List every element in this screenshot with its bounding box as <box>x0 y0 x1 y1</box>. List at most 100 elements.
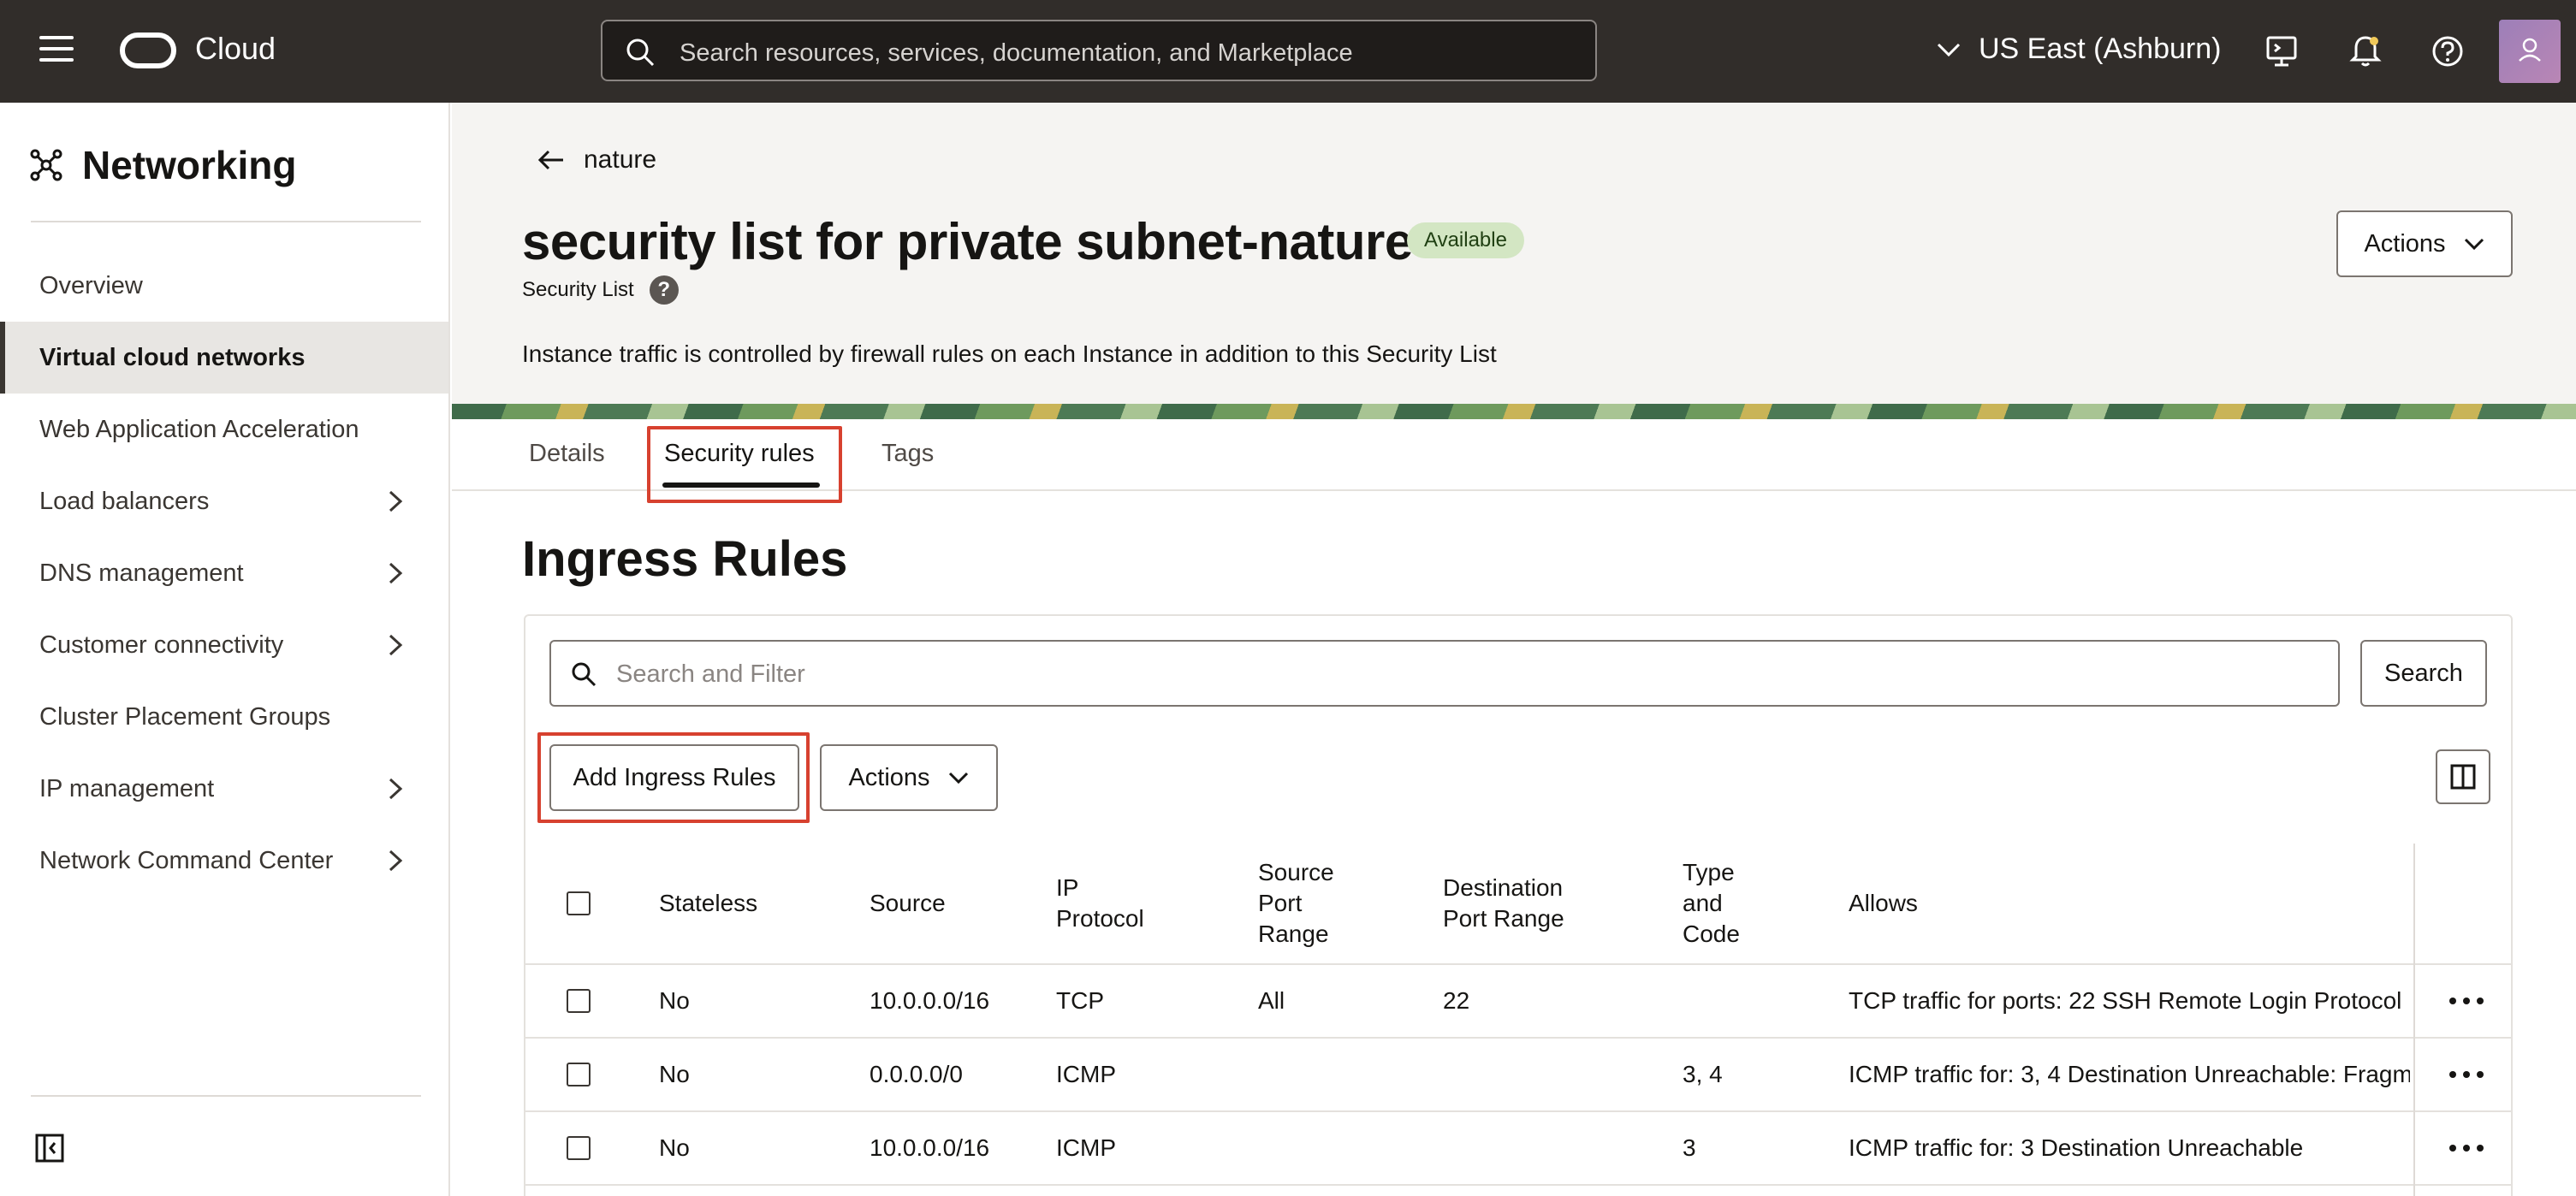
notifications-bell-icon[interactable] <box>2347 33 2384 70</box>
header-line: and <box>1683 890 1723 916</box>
ingress-rules-card: Search and Filter Search Add Ingress Rul… <box>524 614 2513 1196</box>
resource-type-label: Security List <box>522 278 634 301</box>
menu-icon[interactable] <box>39 36 74 67</box>
tab-security-rules[interactable]: Security rules <box>664 440 815 468</box>
row-actions-menu-icon[interactable] <box>2449 1071 2484 1080</box>
status-badge: Available <box>1407 222 1524 258</box>
search-placeholder: Search resources, services, documentatio… <box>680 39 1353 67</box>
cell-source: 10.0.0.0/16 <box>870 987 990 1014</box>
top-bar: Cloud Search resources, services, docume… <box>0 0 2576 103</box>
sidebar-item-label: Network Command Center <box>39 846 334 874</box>
sidebar-item-load-balancers[interactable]: Load balancers <box>0 465 448 537</box>
row-checkbox[interactable] <box>567 1063 591 1086</box>
logo-text[interactable]: Cloud <box>195 31 276 67</box>
column-header-allows[interactable]: Allows <box>1849 888 1918 919</box>
tab-tags[interactable]: Tags <box>881 440 934 468</box>
columns-icon <box>2450 764 2476 790</box>
row-actions-menu-icon[interactable] <box>2449 998 2484 1006</box>
header-line: Port Range <box>1443 905 1564 932</box>
cell-source: 10.0.0.0/16 <box>870 1134 990 1161</box>
chevron-right-icon <box>389 490 403 512</box>
cell-stateless: No <box>659 1061 690 1087</box>
search-icon <box>572 662 597 687</box>
sidebar-item-web-application-acceleration[interactable]: Web Application Acceleration <box>0 394 448 465</box>
cell-dest-port: 22 <box>1443 987 1470 1014</box>
search-filter-input[interactable]: Search and Filter <box>549 640 2340 707</box>
table-row[interactable]: No 10.0.0.0/16 TCP All 22 TCP traffic fo… <box>525 965 2511 1039</box>
header-line: Port <box>1258 890 1303 916</box>
table-row[interactable]: No 0.0.0.0/0 ICMP 3, 4 ICMP traffic for:… <box>525 1039 2511 1112</box>
column-header-destination-port-range[interactable]: Destination Port Range <box>1443 873 1564 934</box>
help-icon[interactable] <box>2429 33 2466 70</box>
main-content: nature security list for private subnet-… <box>452 103 2576 1196</box>
search-filter-placeholder: Search and Filter <box>616 660 805 688</box>
back-link[interactable]: nature <box>537 145 656 175</box>
add-ingress-rules-button[interactable]: Add Ingress Rules <box>549 744 799 811</box>
user-avatar[interactable] <box>2499 20 2561 83</box>
sidebar-item-label: Customer connectivity <box>39 631 284 659</box>
table-actions-label: Actions <box>848 763 930 791</box>
search-icon <box>626 38 655 67</box>
active-tab-indicator <box>662 483 820 488</box>
chevron-down-icon <box>948 772 968 785</box>
sidebar-divider <box>31 221 421 222</box>
page-actions-button[interactable]: Actions <box>2336 210 2513 277</box>
row-checkbox[interactable] <box>567 989 591 1013</box>
cloud-logo-icon[interactable] <box>120 33 176 68</box>
sidebar-item-label: Web Application Acceleration <box>39 415 359 443</box>
sidebar-item-ip-management[interactable]: IP management <box>0 753 448 825</box>
sidebar-item-label: Load balancers <box>39 487 210 515</box>
chevron-right-icon <box>389 778 403 800</box>
header-line: IP <box>1056 874 1079 901</box>
networking-icon <box>30 149 62 181</box>
cloud-shell-icon[interactable] <box>2263 33 2300 70</box>
sidebar-divider <box>31 1095 421 1097</box>
cell-source: 0.0.0.0/0 <box>870 1061 963 1087</box>
search-button[interactable]: Search <box>2360 640 2487 707</box>
header-line: Range <box>1258 921 1329 947</box>
collapse-sidebar-icon[interactable] <box>34 1133 65 1163</box>
sidebar-item-dns-management[interactable]: DNS management <box>0 537 448 609</box>
cell-allows: TCP traffic for ports: 22 SSH Remote Log… <box>1849 987 2402 1014</box>
row-checkbox[interactable] <box>567 1136 591 1160</box>
column-header-stateless[interactable]: Stateless <box>659 888 757 919</box>
chevron-down-icon <box>1937 43 1961 56</box>
select-all-checkbox[interactable] <box>567 891 591 915</box>
section-title: Ingress Rules <box>522 531 848 587</box>
sidebar-item-network-command-center[interactable]: Network Command Center <box>0 825 448 897</box>
sticky-column-divider <box>2413 844 2415 1196</box>
user-icon <box>2519 38 2541 62</box>
column-settings-button[interactable] <box>2436 749 2490 804</box>
sidebar-item-label: DNS management <box>39 559 244 587</box>
sidebar-item-customer-connectivity[interactable]: Customer connectivity <box>0 609 448 681</box>
global-search-input[interactable]: Search resources, services, documentatio… <box>601 20 1597 81</box>
page-header: nature security list for private subnet-… <box>452 103 2576 419</box>
sidebar-item-overview[interactable]: Overview <box>0 250 448 322</box>
tab-bar: Details Security rules Tags <box>452 419 2576 503</box>
page-actions-label: Actions <box>2364 229 2446 258</box>
sidebar-item-virtual-cloud-networks[interactable]: Virtual cloud networks <box>0 322 448 394</box>
sidebar-title: Networking <box>82 143 297 187</box>
header-line: Protocol <box>1056 905 1144 932</box>
cell-source-port: All <box>1258 987 1285 1014</box>
sidebar-item-label: Cluster Placement Groups <box>39 702 331 731</box>
table-row[interactable]: No 10.0.0.0/16 ICMP 3 ICMP traffic for: … <box>525 1112 2511 1186</box>
decorative-banner <box>452 404 2576 419</box>
sidebar-item-cluster-placement-groups[interactable]: Cluster Placement Groups <box>0 681 448 753</box>
help-icon[interactable]: ? <box>649 275 679 305</box>
cell-protocol: TCP <box>1056 987 1104 1014</box>
region-selector[interactable]: US East (Ashburn) <box>1936 33 2221 66</box>
sidebar-item-label: Overview <box>39 271 143 299</box>
column-header-source-port-range[interactable]: Source Port Range <box>1258 857 1334 950</box>
chevron-down-icon <box>2464 238 2484 251</box>
column-header-ip-protocol[interactable]: IP Protocol <box>1056 873 1144 934</box>
cell-allows: ICMP traffic for: 3, 4 Destination Unrea… <box>1849 1061 2410 1087</box>
column-header-source[interactable]: Source <box>870 888 946 919</box>
tab-details[interactable]: Details <box>529 440 605 468</box>
chevron-right-icon <box>389 634 403 656</box>
column-header-type-and-code[interactable]: Type and Code <box>1683 857 1740 950</box>
header-line: Code <box>1683 921 1740 947</box>
table-actions-button[interactable]: Actions <box>820 744 998 811</box>
sidebar-header: Networking <box>29 142 296 188</box>
row-actions-menu-icon[interactable] <box>2449 1145 2484 1153</box>
